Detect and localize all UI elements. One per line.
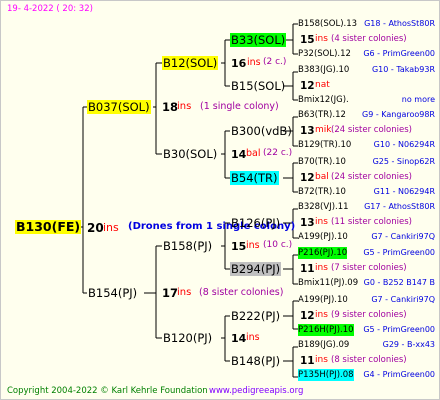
father-queen[interactable]: B154(PJ): [87, 286, 138, 300]
g5-line: G10 - N06294R: [373, 140, 435, 149]
g4-queen[interactable]: B54(TR): [230, 171, 279, 185]
g3-queen[interactable]: B120(PJ): [162, 331, 213, 345]
father-ins: ins: [177, 287, 192, 298]
g4-year: 13: [300, 217, 315, 229]
g5-line: G6 - PrimGreen00: [363, 49, 435, 58]
g3-ins: ins: [246, 240, 260, 251]
g5-line: G11 - N06294R: [373, 187, 435, 196]
g4-note: (24 sister colonies): [331, 172, 412, 182]
mother-year: 18: [162, 100, 179, 114]
g3-note: (2 c.): [263, 57, 287, 67]
g4-year: 13: [300, 125, 315, 137]
mother-queen[interactable]: B037(SOL): [87, 100, 151, 114]
g4-queen[interactable]: B300(vdB): [230, 124, 293, 138]
g4-queen[interactable]: B294(PJ): [230, 262, 282, 276]
g5-line: G7 - Cankiri97Q: [371, 232, 435, 241]
g4-ins: nat: [315, 80, 330, 90]
g3-year: 16: [231, 57, 247, 70]
root-queen[interactable]: B130(FE): [15, 220, 82, 234]
g4-ins: ins: [315, 217, 328, 227]
g3-queen[interactable]: B158(PJ): [162, 239, 213, 253]
g4-ins: mik: [315, 125, 332, 135]
g4-ins: ins: [315, 263, 328, 273]
father-year: 17: [162, 286, 179, 300]
g4-note: (11 sister colonies): [331, 217, 412, 227]
g4-year: 12: [300, 172, 315, 184]
g5-queen[interactable]: A199(PJ).10: [298, 294, 348, 306]
g5-line: G10 - Takab93R: [371, 65, 435, 74]
footer-copyright: Copyright 2004-2022 © Karl Kehrle Founda…: [7, 386, 208, 396]
g3-queen[interactable]: B12(SOL): [162, 56, 219, 70]
root-year: 20: [87, 221, 104, 235]
g5-queen[interactable]: B70(TR).10: [298, 156, 346, 168]
g5-queen[interactable]: Bmix11(PJ).09: [298, 277, 358, 289]
g4-queen[interactable]: B33(SOL): [230, 33, 287, 47]
g3-year: 15: [231, 240, 247, 253]
root-ins: ins: [103, 221, 119, 234]
g5-line: G29 - B-xx43: [382, 340, 435, 349]
pedigree-frame: 19- 4-2022 ( 20: 32) B130(FE) 20 ins (Dr…: [0, 0, 440, 400]
g5-queen[interactable]: B328(VJ).11: [298, 201, 349, 213]
g4-year: 12: [300, 80, 315, 92]
g4-ins: bal: [315, 172, 329, 182]
g4-note: (8 sister colonies): [331, 355, 407, 365]
g5-line: G5 - PrimGreen00: [363, 248, 435, 257]
g5-line: G5 - PrimGreen00: [363, 325, 435, 334]
g4-year: 15: [300, 34, 315, 46]
g3-ins: bal: [246, 148, 261, 159]
g5-queen[interactable]: B129(TR).10: [298, 139, 351, 151]
g4-queen[interactable]: B148(PJ): [230, 354, 281, 368]
g4-year: 11: [300, 263, 315, 275]
g5-queen[interactable]: P216(PJ).10: [298, 247, 348, 259]
mother-ins: ins: [177, 101, 192, 112]
g5-queen[interactable]: A199(PJ).10: [298, 231, 348, 243]
footer-site[interactable]: www.pedigreeapis.org: [209, 387, 303, 396]
g5-line: G7 - Cankiri97Q: [371, 295, 435, 304]
g3-ins: ins: [247, 57, 261, 68]
header-date: 19- 4-2022 ( 20: 32): [7, 4, 93, 14]
g5-queen[interactable]: P135H(PJ).08: [298, 369, 354, 381]
g3-note: (22 c.): [263, 148, 293, 158]
g4-ins: ins: [315, 355, 328, 365]
g5-queen[interactable]: B72(TR).10: [298, 186, 346, 198]
g3-ins: ins: [246, 332, 260, 343]
g3-year: 14: [231, 148, 247, 161]
g4-note: (24 sister colonies): [331, 125, 412, 135]
g4-year: 11: [300, 355, 315, 367]
g5-queen[interactable]: B189(JG).09: [298, 339, 349, 351]
g5-queen[interactable]: B383(JG).10: [298, 64, 349, 76]
g4-note: (4 sister colonies): [331, 34, 407, 44]
g5-line: G9 - Kangaroo98R: [362, 110, 435, 119]
g4-ins: ins: [315, 34, 328, 44]
g5-line: G0 - B252 B147 B: [363, 278, 435, 287]
g4-ins: ins: [315, 310, 328, 320]
g4-note: (9 sister colonies): [331, 310, 407, 320]
pedigree-lines: [75, 23, 298, 378]
g5-queen[interactable]: B158(SOL).13: [298, 18, 357, 30]
g5-line: G17 - AthosSt80R: [364, 202, 435, 211]
g4-note: (7 sister colonies): [331, 263, 407, 273]
g4-queen[interactable]: B222(PJ): [230, 309, 281, 323]
g5-line: G25 - Sinop62R: [372, 157, 435, 166]
g4-year: 12: [300, 310, 315, 322]
g3-year: 14: [231, 332, 247, 345]
g4-queen[interactable]: B15(SOL): [230, 79, 286, 93]
g3-queen[interactable]: B30(SOL): [162, 147, 218, 161]
g5-line: G18 - AthosSt80R: [364, 19, 435, 28]
g5-queen[interactable]: Bmix12(JG).: [298, 94, 349, 106]
g4-queen[interactable]: B126(PJ): [230, 216, 281, 230]
g5-line: no more: [401, 95, 435, 104]
father-note: (8 sister colonies): [199, 287, 284, 298]
mother-note: (1 single colony): [200, 101, 279, 112]
g5-queen[interactable]: P216H(PJ).10: [298, 324, 354, 336]
g3-note: (10 c.): [263, 240, 293, 250]
g5-line: G4 - PrimGreen00: [363, 370, 435, 379]
g5-queen[interactable]: P32(SOL).12: [298, 48, 351, 60]
g5-queen[interactable]: B63(TR).12: [298, 109, 346, 121]
